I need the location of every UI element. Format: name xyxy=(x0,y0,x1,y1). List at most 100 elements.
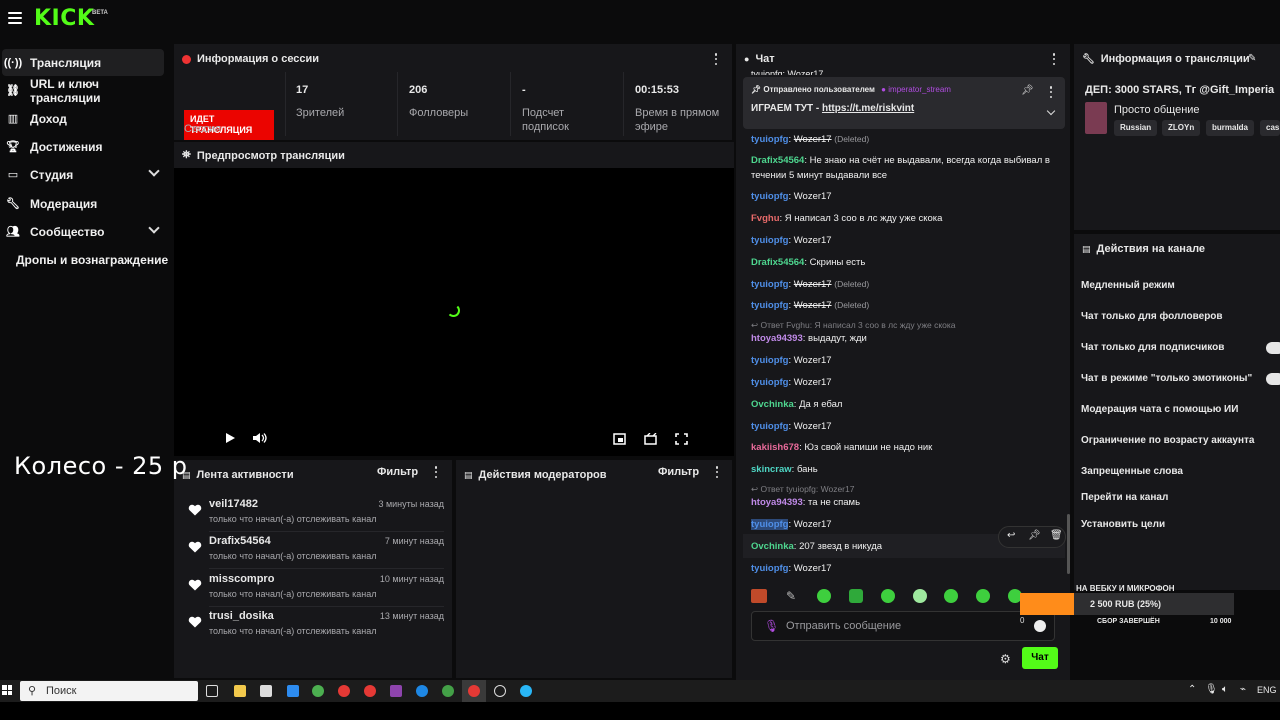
more-options-icon[interactable] xyxy=(1049,86,1053,98)
chat-username[interactable]: tyuiopfg xyxy=(751,563,788,574)
chat-username[interactable]: tyuiopfg xyxy=(751,134,788,145)
chat-username[interactable]: skincraw xyxy=(751,464,792,475)
gear-icon[interactable]: ⚙ xyxy=(1000,652,1011,666)
brush-emote-icon[interactable]: ✎ xyxy=(786,589,796,603)
chat-username[interactable]: tyuiopfg xyxy=(751,235,788,246)
slow-mode-option[interactable]: Медленный режим xyxy=(1081,280,1175,291)
task-view-icon[interactable] xyxy=(206,685,218,697)
chat-username[interactable]: tyuiopfg xyxy=(751,519,789,530)
app-icon[interactable] xyxy=(442,685,454,697)
pin-icon[interactable]: 📌︎ xyxy=(1028,530,1041,541)
outlook-icon[interactable] xyxy=(287,685,299,697)
banned-words-option[interactable]: Запрещенные слова xyxy=(1081,466,1183,477)
stream-tag[interactable]: burmalda xyxy=(1206,120,1255,136)
play-icon[interactable] xyxy=(224,432,236,444)
yandex-browser-icon[interactable] xyxy=(468,685,480,697)
fullscreen-icon[interactable] xyxy=(675,433,688,445)
account-age-option[interactable]: Ограничение по возрасту аккаунта xyxy=(1081,435,1255,446)
more-options-icon[interactable] xyxy=(1052,53,1056,65)
chat-username[interactable]: Drafix54564 xyxy=(751,257,804,268)
sidebar-item-community[interactable]: 👥︎ Сообщество xyxy=(2,218,164,245)
mic-icon[interactable]: 🎙︎ xyxy=(764,619,779,633)
chrome-icon[interactable] xyxy=(312,685,324,697)
more-options-icon[interactable] xyxy=(715,466,719,478)
sidebar-item-achievements[interactable]: 🏆︎ Достижения xyxy=(2,133,164,160)
send-chat-button[interactable]: Чат xyxy=(1022,647,1058,669)
chat-username[interactable]: htoya94393 xyxy=(751,333,803,344)
filter-button[interactable]: Фильтр xyxy=(377,466,418,478)
chat-scrollbar[interactable] xyxy=(1067,514,1070,574)
sidebar-item-revenue[interactable]: ▥ Доход xyxy=(2,105,164,132)
chat-username[interactable]: tyuiopfg xyxy=(751,279,788,290)
emoji-icon[interactable] xyxy=(1034,620,1046,632)
chat-username[interactable]: Ovchinka xyxy=(751,399,794,410)
sidebar-item-url-key[interactable]: ⛓ URL и ключ трансляции xyxy=(2,77,164,105)
followers-only-option[interactable]: Чат только для фолловеров xyxy=(1081,311,1223,322)
subscribers-only-toggle[interactable] xyxy=(1266,342,1280,354)
emote-icon[interactable] xyxy=(913,589,927,603)
speaker-icon[interactable]: 🔈︎ xyxy=(1222,684,1228,695)
go-to-channel-option[interactable]: Перейти на канал xyxy=(1081,492,1168,503)
chevron-down-icon[interactable] xyxy=(1046,106,1056,116)
follower-name[interactable]: trusi_dosika xyxy=(209,610,274,622)
emote-icon[interactable] xyxy=(944,589,958,603)
reply-reference[interactable]: ↩ Ответ Fvghu: Я написал 3 соо в лс жду … xyxy=(751,320,956,331)
pinned-link[interactable]: https://t.me/riskvint xyxy=(822,103,914,114)
emote-icon[interactable] xyxy=(751,589,767,603)
edit-icon[interactable]: ✎ xyxy=(1248,53,1256,64)
follower-name[interactable]: misscompro xyxy=(209,573,274,585)
app-icon[interactable] xyxy=(390,685,402,697)
chat-username[interactable]: kakiish678 xyxy=(751,442,799,453)
delete-icon[interactable]: 🗑︎ xyxy=(1050,530,1063,541)
taskbar-search-input[interactable]: ⚲ Поиск xyxy=(20,681,198,701)
ai-moderation-option[interactable]: Модерация чата с помощью ИИ xyxy=(1081,404,1238,415)
sidebar-item-moderation[interactable]: 🔧︎ Модерация xyxy=(2,190,164,217)
sidebar-item-studio[interactable]: ▭ Студия xyxy=(2,161,164,188)
yandex-icon[interactable] xyxy=(338,685,350,697)
category-name[interactable]: Просто общение xyxy=(1114,104,1200,116)
filter-button[interactable]: Фильтр xyxy=(658,466,699,478)
emote-icon[interactable] xyxy=(849,589,863,603)
set-goals-option[interactable]: Установить цели xyxy=(1081,519,1165,530)
app-icon[interactable] xyxy=(494,685,506,697)
chat-username[interactable]: tyuiopfg xyxy=(751,355,788,366)
chat-username[interactable]: tyuiopfg xyxy=(751,377,788,388)
telegram-icon[interactable] xyxy=(520,685,532,697)
emote-icon[interactable] xyxy=(976,589,990,603)
follower-name[interactable]: Drafix54564 xyxy=(209,535,271,547)
chat-username[interactable]: tyuiopfg xyxy=(751,300,788,311)
more-options-icon[interactable] xyxy=(714,53,718,65)
stream-tag[interactable]: ZLOYn xyxy=(1162,120,1201,136)
chevron-up-icon[interactable]: ⌃ xyxy=(1188,684,1196,695)
pinned-username[interactable]: imperator_stream xyxy=(888,85,951,94)
emote-icon[interactable] xyxy=(881,589,895,603)
opera-icon[interactable] xyxy=(364,685,376,697)
chat-username[interactable]: Fvghu xyxy=(751,213,780,224)
follower-name[interactable]: veil17482 xyxy=(209,498,258,510)
stream-tag[interactable]: cas xyxy=(1260,120,1280,136)
kick-logo[interactable]: KICK xyxy=(34,6,94,31)
unpin-icon[interactable]: 📌︎ xyxy=(1021,85,1034,96)
hamburger-menu-icon[interactable] xyxy=(8,12,22,24)
chat-username[interactable]: htoya94393 xyxy=(751,497,803,508)
microphone-icon[interactable]: 🎙︎ xyxy=(1205,684,1218,695)
network-icon[interactable]: ⌁ xyxy=(1240,684,1246,695)
reply-icon[interactable]: ↩ xyxy=(1007,530,1015,541)
volume-icon[interactable] xyxy=(252,432,268,444)
emotes-only-option[interactable]: Чат в режиме "только эмотиконы" xyxy=(1081,373,1252,384)
chat-username[interactable]: Ovchinka xyxy=(751,541,794,552)
windows-start-icon[interactable] xyxy=(2,685,12,695)
picture-in-picture-icon[interactable] xyxy=(613,433,626,445)
more-options-icon[interactable] xyxy=(434,466,438,478)
chat-input[interactable]: 🎙︎ Отправить сообщение 0 xyxy=(751,611,1055,641)
sidebar-item-broadcast[interactable]: ((·)) Трансляция xyxy=(2,49,164,76)
language-indicator[interactable]: ENG xyxy=(1257,685,1277,695)
stream-tag[interactable]: Russian xyxy=(1114,120,1158,136)
emote-icon[interactable] xyxy=(817,589,831,603)
sidebar-item-drops[interactable]: Дропы и вознаграждение xyxy=(16,246,178,273)
subscribers-only-option[interactable]: Чат только для подписчиков xyxy=(1081,342,1224,353)
reply-reference[interactable]: ↩ Ответ tyuiopfg: Wozer17 xyxy=(751,484,854,495)
store-icon[interactable] xyxy=(260,685,272,697)
chat-username[interactable]: tyuiopfg xyxy=(751,191,788,202)
chat-username[interactable]: tyuiopfg xyxy=(751,421,788,432)
